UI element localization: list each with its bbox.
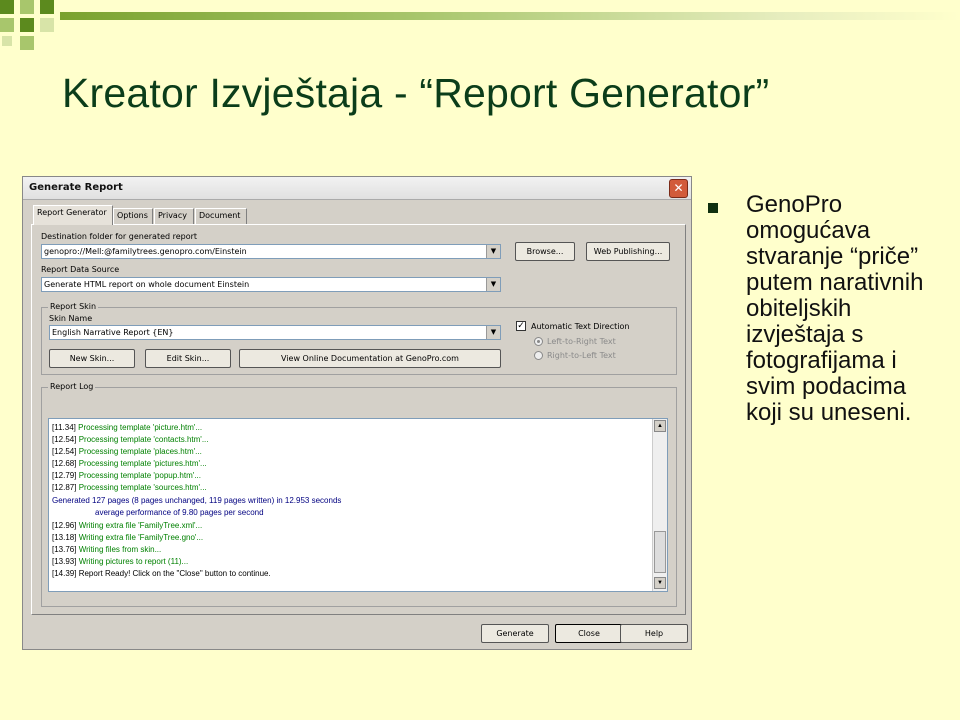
tab-options[interactable]: Options: [113, 208, 153, 224]
list-item: average performance of 9.80 pages per se…: [95, 508, 264, 517]
corner-square-4: [0, 18, 14, 32]
list-item: [13.93] Writing pictures to report (11).…: [52, 557, 189, 566]
bullet-list: GenoPro omogućava stvaranje “priče” pute…: [708, 192, 948, 426]
report-skin-group-label: Report Skin: [48, 302, 99, 311]
browse-button[interactable]: Browse...: [515, 242, 575, 261]
report-data-source-combo[interactable]: Generate HTML report on whole document E…: [41, 277, 501, 292]
dialog-titlebar[interactable]: Generate Report ✕: [23, 177, 691, 200]
corner-square-2: [20, 0, 34, 14]
header-gradient-bar: [60, 12, 960, 20]
dialog-title: Generate Report: [29, 182, 123, 193]
corner-square-7: [20, 36, 34, 50]
tab-report-generator[interactable]: Report Generator: [33, 205, 113, 225]
new-skin-button[interactable]: New Skin...: [49, 349, 135, 368]
generate-button[interactable]: Generate: [481, 624, 549, 643]
web-publishing-button[interactable]: Web Publishing...: [586, 242, 670, 261]
chevron-down-icon[interactable]: ▼: [486, 245, 500, 258]
scroll-up-icon[interactable]: ▲: [654, 420, 666, 432]
slide-title: Kreator Izvještaja - “Report Generator”: [62, 70, 770, 116]
help-button[interactable]: Help: [620, 624, 688, 643]
report-data-source-value: Generate HTML report on whole document E…: [44, 280, 250, 289]
log-scrollbar[interactable]: ▲ ▼: [652, 419, 667, 591]
corner-square-3: [40, 0, 54, 14]
report-data-source-label: Report Data Source: [41, 265, 120, 274]
skin-name-value: English Narrative Report {EN}: [52, 328, 174, 337]
auto-text-direction-label: Automatic Text Direction: [531, 322, 630, 331]
list-item: [12.96] Writing extra file 'FamilyTree.x…: [52, 521, 203, 530]
list-item: [12.68] Processing template 'pictures.ht…: [52, 459, 207, 468]
list-item: [12.79] Processing template 'popup.htm'.…: [52, 471, 201, 480]
list-item: [12.54] Processing template 'places.htm'…: [52, 447, 202, 456]
scroll-thumb[interactable]: [654, 531, 666, 573]
list-item: [12.54] Processing template 'contacts.ht…: [52, 435, 209, 444]
corner-square-8: [2, 36, 12, 46]
skin-name-combo[interactable]: English Narrative Report {EN} ▼: [49, 325, 501, 340]
rtl-label: Right-to-Left Text: [547, 351, 616, 360]
corner-square-5: [20, 18, 34, 32]
destination-label: Destination folder for generated report: [41, 232, 198, 241]
list-item: Generated 127 pages (8 pages unchanged, …: [52, 496, 342, 505]
chevron-down-icon[interactable]: ▼: [486, 326, 500, 339]
ltr-radio[interactable]: [534, 337, 543, 346]
tab-document[interactable]: Document: [195, 208, 247, 224]
list-item: [14.39] Report Ready! Click on the "Clos…: [52, 569, 271, 578]
list-item: [13.18] Writing extra file 'FamilyTree.g…: [52, 533, 204, 542]
report-log-list[interactable]: [11.34] Processing template 'picture.htm…: [48, 418, 668, 592]
auto-text-direction-checkbox[interactable]: ✓: [516, 321, 526, 331]
corner-square-1: [0, 0, 14, 14]
edit-skin-button[interactable]: Edit Skin...: [145, 349, 231, 368]
rtl-radio[interactable]: [534, 351, 543, 360]
scroll-down-icon[interactable]: ▼: [654, 577, 666, 589]
bullet-text: GenoPro omogućava stvaranje “priče” pute…: [746, 191, 924, 426]
close-icon[interactable]: ✕: [669, 179, 688, 198]
square-bullet-icon: [708, 203, 718, 213]
view-online-docs-button[interactable]: View Online Documentation at GenoPro.com: [239, 349, 501, 368]
chevron-down-icon[interactable]: ▼: [486, 278, 500, 291]
close-button[interactable]: Close: [555, 624, 623, 643]
destination-value: genopro://Mell:@familytrees.genopro.com/…: [44, 247, 247, 256]
corner-square-6: [40, 18, 54, 32]
bullet-item: GenoPro omogućava stvaranje “priče” pute…: [708, 192, 948, 426]
skin-name-label: Skin Name: [49, 314, 93, 323]
tab-privacy[interactable]: Privacy: [154, 208, 194, 224]
ltr-label: Left-to-Right Text: [547, 337, 616, 346]
list-item: [13.76] Writing files from skin...: [52, 545, 162, 554]
report-log-group-label: Report Log: [48, 382, 96, 391]
destination-combo[interactable]: genopro://Mell:@familytrees.genopro.com/…: [41, 244, 501, 259]
list-item: [11.34] Processing template 'picture.htm…: [52, 423, 203, 432]
list-item: [12.87] Processing template 'sources.htm…: [52, 483, 207, 492]
